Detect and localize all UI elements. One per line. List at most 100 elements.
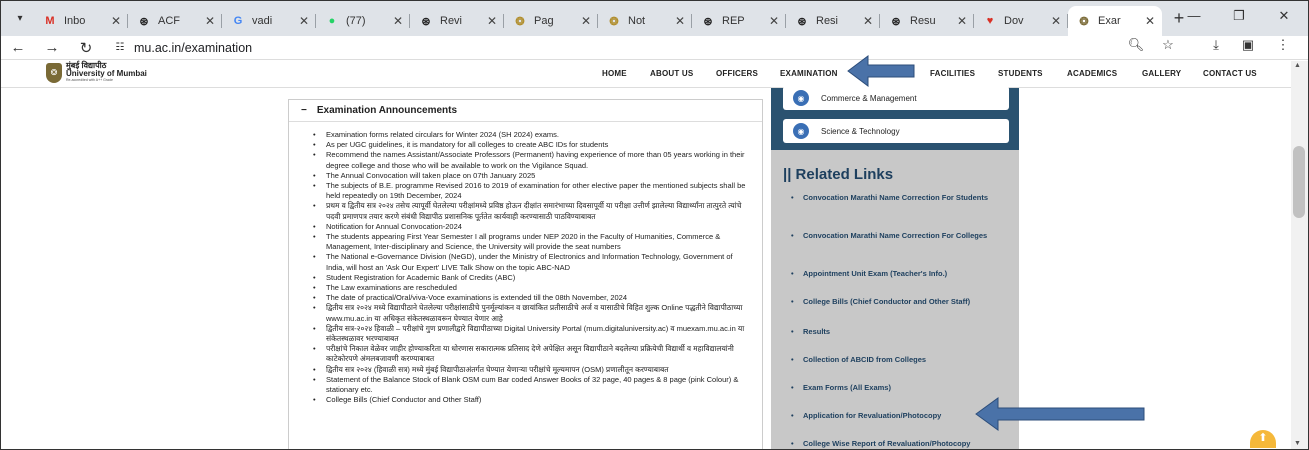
announcement-item[interactable]: Examination forms related circulars for …	[313, 130, 746, 140]
close-tab-icon[interactable]: ✕	[204, 14, 216, 28]
bookmark-button[interactable]: ☆	[1158, 37, 1178, 53]
close-tab-icon[interactable]: ✕	[674, 14, 686, 28]
nav-item-contact-us[interactable]: CONTACT US	[1203, 69, 1257, 78]
scroll-down-arrow[interactable]: ▼	[1294, 440, 1301, 447]
university-crest-icon: ❂	[609, 15, 619, 28]
close-window-button[interactable]: ✕	[1274, 8, 1294, 24]
announcement-item[interactable]: Recommend the names Assistant/Associate …	[313, 150, 746, 170]
nav-item-gallery[interactable]: GALLERY	[1142, 69, 1181, 78]
restore-button[interactable]: ❐	[1229, 8, 1249, 24]
tune-icon: ☷	[115, 42, 125, 53]
announcement-item[interactable]: The students appearing First Year Semest…	[313, 232, 746, 252]
faculty-science-button[interactable]: ◉ Science & Technology	[783, 119, 1009, 143]
announcement-item[interactable]: The National e-Governance Division (NeGD…	[313, 252, 746, 272]
site-logo[interactable]: मुंबई विद्यापीठ University of Mumbai Re-…	[66, 62, 147, 83]
close-tab-icon[interactable]: ✕	[1144, 14, 1156, 28]
browser-tab[interactable]: ⊛ Resu ✕	[880, 6, 974, 36]
nav-item-academics[interactable]: ACADEMICS	[1067, 69, 1117, 78]
browser-tab[interactable]: ❂ Exar ✕	[1068, 6, 1162, 36]
announcement-item[interactable]: द्वितीय सत्र २०२४ (हिवाळी सत्र) मध्ये मु…	[313, 365, 746, 375]
scroll-to-top-button[interactable]: ⬆	[1250, 430, 1276, 448]
close-tab-icon[interactable]: ✕	[580, 14, 592, 28]
address-bar[interactable]: mu.ac.in/examination	[134, 41, 252, 55]
announcements-header[interactable]: − Examination Announcements	[289, 100, 762, 122]
close-tab-icon[interactable]: ✕	[298, 14, 310, 28]
arrow-right-icon: →	[44, 39, 60, 56]
related-link[interactable]: College Bills (Chief Conductor and Other…	[791, 296, 1009, 308]
announcement-item[interactable]: Statement of the Balance Stock of Blank …	[313, 375, 746, 395]
tab-title: (77)	[346, 15, 366, 27]
announcement-item[interactable]: As per UGC guidelines, it is mandatory f…	[313, 140, 746, 150]
downloads-button[interactable]: ⤓	[1206, 37, 1226, 53]
zoom-button[interactable]: 🔍︎	[1126, 37, 1146, 53]
profile-button[interactable]: ▣	[1238, 37, 1258, 53]
announcement-item[interactable]: The Law examinations are rescheduled	[313, 283, 746, 293]
back-button[interactable]: ←	[6, 39, 30, 56]
announcement-item[interactable]: द्वितीय सत्र २०२४ मध्ये विद्यापीठाने घेत…	[313, 303, 746, 323]
related-link[interactable]: Exam Forms (All Exams)	[791, 382, 1009, 394]
announcement-item[interactable]: Student Registration for Academic Bank o…	[313, 273, 746, 283]
nav-item-home[interactable]: HOME	[602, 69, 627, 78]
announcements-heading: Examination Announcements	[316, 105, 458, 116]
close-tab-icon[interactable]: ✕	[862, 14, 874, 28]
announcement-item[interactable]: द्वितीय सत्र-२०२४ हिवाळी – परीक्षांचे गु…	[313, 324, 746, 344]
close-tab-icon[interactable]: ✕	[1050, 14, 1062, 28]
download-icon: ⤓	[1213, 37, 1219, 52]
nav-item-students[interactable]: STUDENTS	[998, 69, 1043, 78]
announcement-item[interactable]: परीक्षांचे निकाल वेळेवर जाहीर होण्याकरित…	[313, 344, 746, 364]
nav-item-officers[interactable]: OFFICERS	[716, 69, 758, 78]
related-link[interactable]: Convocation Marathi Name Correction For …	[791, 192, 1009, 204]
announcement-item[interactable]: College Bills (Chief Conductor and Other…	[313, 395, 746, 405]
browser-tab[interactable]: ⊛ ACF ✕	[128, 6, 222, 36]
tab-title: Revi	[440, 15, 463, 27]
tab-search-button[interactable]: ▾	[6, 4, 34, 32]
close-tab-icon[interactable]: ✕	[110, 14, 122, 28]
tab-title: Resu	[910, 15, 936, 27]
reload-button[interactable]: ↻	[74, 39, 98, 57]
faculty-label: Commerce & Management	[821, 93, 917, 103]
browser-tab[interactable]: ⊛ REP ✕	[692, 6, 786, 36]
scrollbar-thumb[interactable]	[1293, 146, 1305, 218]
announcement-item[interactable]: The Annual Convocation will taken place …	[313, 171, 746, 181]
browser-tab[interactable]: ● (77) ✕	[316, 6, 410, 36]
announcement-item[interactable]: The date of practical/Oral/viva-Voce exa…	[313, 293, 746, 303]
nav-item-facilities[interactable]: FACILITIES	[930, 69, 975, 78]
reload-icon: ↻	[79, 39, 93, 57]
announcement-item[interactable]: The subjects of B.E. programme Revised 2…	[313, 181, 746, 201]
faculty-commerce-button[interactable]: ◉ Commerce & Management	[783, 86, 1009, 110]
announcement-item[interactable]: प्रथम व द्वितीय सत्र २०२४ तसेच त्यापूर्व…	[313, 201, 746, 221]
related-link[interactable]: Appointment Unit Exam (Teacher's Info.)	[791, 268, 1009, 280]
related-link[interactable]: Results	[791, 326, 1009, 338]
related-link[interactable]: College Wise Report of Revaluation/Photo…	[791, 438, 1009, 450]
arrow-up-icon: ⬆	[1258, 432, 1268, 444]
site-info-button[interactable]: ☷	[112, 42, 128, 53]
browser-tab[interactable]: Gvadi ✕	[222, 6, 316, 36]
more-vert-icon: ⋮	[1276, 37, 1290, 52]
menu-button[interactable]: ⋮	[1273, 37, 1293, 53]
university-crest-icon[interactable]: ❂	[46, 63, 62, 83]
browser-tab[interactable]: ❂ Not ✕	[598, 6, 692, 36]
close-tab-icon[interactable]: ✕	[392, 14, 404, 28]
page-scrollbar[interactable]	[1291, 61, 1309, 450]
close-tab-icon[interactable]: ✕	[768, 14, 780, 28]
nav-item-about-us[interactable]: ABOUT US	[650, 69, 693, 78]
nav-item-examination[interactable]: EXAMINATION	[780, 69, 838, 78]
related-link[interactable]: Collection of ABCID from Colleges	[791, 354, 1009, 366]
announcement-item[interactable]: Notification for Annual Convocation-2024	[313, 222, 746, 232]
minimize-button[interactable]: —	[1184, 8, 1204, 23]
browser-tab[interactable]: ♥ Dov ✕	[974, 6, 1068, 36]
browser-tab[interactable]: ❂ Pag ✕	[504, 6, 598, 36]
browser-tab[interactable]: ⊛ Revi ✕	[410, 6, 504, 36]
close-tab-icon[interactable]: ✕	[486, 14, 498, 28]
annotation-arrow-examination	[847, 55, 915, 87]
related-link[interactable]: Convocation Marathi Name Correction For …	[791, 230, 1009, 242]
google-icon: G	[233, 15, 243, 27]
browser-tab[interactable]: M Inbo ✕	[34, 6, 128, 36]
related-links-title: || Related Links	[783, 166, 894, 183]
browser-toolbar: ← → ↻ ☷ mu.ac.in/examination	[0, 36, 1309, 60]
scroll-up-arrow[interactable]: ▲	[1294, 62, 1301, 69]
forward-button[interactable]: →	[40, 39, 64, 56]
close-tab-icon[interactable]: ✕	[956, 14, 968, 28]
browser-tab[interactable]: ⊛ Resi ✕	[786, 6, 880, 36]
collapse-toggle[interactable]: −	[301, 105, 307, 116]
